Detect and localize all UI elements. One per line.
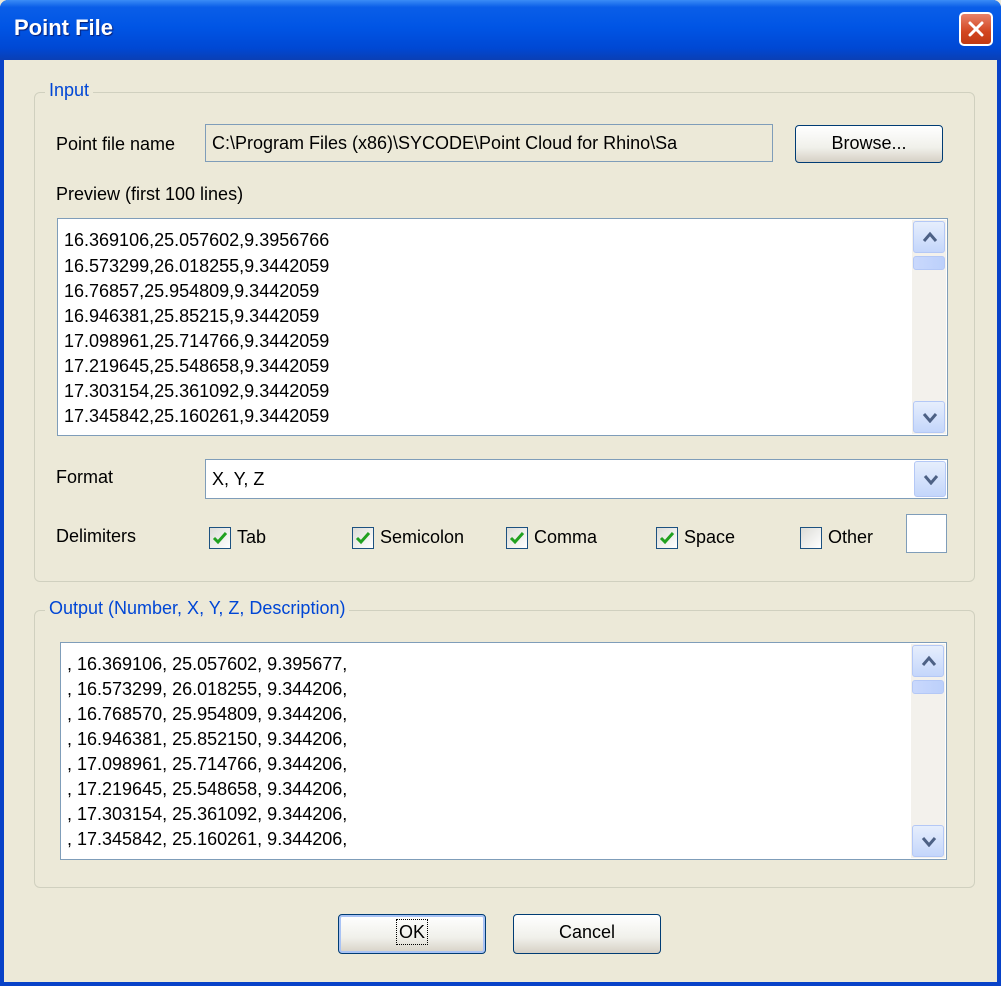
scroll-down-button[interactable] <box>912 825 944 857</box>
checkmark-icon <box>212 532 228 545</box>
format-label: Format <box>56 467 114 487</box>
chevron-down-icon <box>923 475 939 485</box>
checkmark-icon <box>509 532 525 545</box>
output-line: , 17.303154, 25.361092, 9.344206, <box>67 804 348 824</box>
chevron-down-icon <box>921 837 937 847</box>
preview-line: 16.369106,25.057602,9.3956766 <box>64 230 330 250</box>
preview-scrollbar[interactable] <box>912 220 946 434</box>
output-line: , 16.768570, 25.954809, 9.344206, <box>67 704 348 724</box>
output-line: , 16.946381, 25.852150, 9.344206, <box>67 729 348 749</box>
output-line: , 16.369106, 25.057602, 9.395677, <box>67 654 348 674</box>
output-list[interactable]: , 16.369106, 25.057602, 9.395677, , 16.5… <box>60 642 947 860</box>
title-bar[interactable]: Point File <box>0 0 1001 60</box>
other-delimiter-input[interactable] <box>906 514 947 553</box>
point-file-name-label: Point file name <box>56 134 176 154</box>
cancel-button[interactable]: Cancel <box>513 914 661 954</box>
close-button[interactable] <box>959 12 993 46</box>
preview-label: Preview (first 100 lines) <box>56 184 244 204</box>
checkmark-icon <box>355 532 371 545</box>
browse-button[interactable]: Browse... <box>795 125 943 163</box>
output-line: , 17.098961, 25.714766, 9.344206, <box>67 754 348 774</box>
output-group-legend: Output (Number, X, Y, Z, Description) <box>45 598 350 619</box>
tab-label: Tab <box>237 527 267 547</box>
preview-line: 16.76857,25.954809,9.3442059 <box>64 281 320 301</box>
preview-line: 16.946381,25.85215,9.3442059 <box>64 306 320 326</box>
format-select[interactable]: X, Y, Z <box>205 459 948 499</box>
checkmark-icon <box>659 532 675 545</box>
semicolon-label: Semicolon <box>380 527 465 547</box>
output-line: , 16.573299, 26.018255, 9.344206, <box>67 679 348 699</box>
point-file-name-value: C:\Program Files (x86)\SYCODE\Point Clou… <box>212 133 678 153</box>
other-label: Other <box>828 527 874 547</box>
preview-line: 17.345842,25.160261,9.3442059 <box>64 406 330 426</box>
close-icon <box>968 21 984 37</box>
delimiters-label: Delimiters <box>56 526 137 546</box>
format-value: X, Y, Z <box>212 469 265 489</box>
other-checkbox[interactable] <box>800 527 822 549</box>
preview-line: 17.219645,25.548658,9.3442059 <box>64 356 330 376</box>
chevron-down-icon <box>922 413 938 423</box>
tab-checkbox[interactable] <box>209 527 231 549</box>
chevron-up-icon <box>922 231 938 242</box>
preview-line: 16.573299,26.018255,9.3442059 <box>64 256 330 276</box>
preview-list[interactable]: 16.369106,25.057602,9.3956766 16.573299,… <box>57 218 948 436</box>
point-file-dialog: Point File Input Point file name C:\Prog… <box>0 0 1001 986</box>
format-dropdown-button[interactable] <box>914 461 946 497</box>
space-label: Space <box>684 527 736 547</box>
scroll-thumb[interactable] <box>912 680 944 694</box>
scroll-up-button[interactable] <box>913 221 945 253</box>
comma-label: Comma <box>534 527 598 547</box>
output-line: , 17.219645, 25.548658, 9.344206, <box>67 779 348 799</box>
output-scrollbar[interactable] <box>911 644 945 858</box>
chevron-up-icon <box>921 655 937 666</box>
preview-line: 17.098961,25.714766,9.3442059 <box>64 331 330 351</box>
output-line: , 17.345842, 25.160261, 9.344206, <box>67 829 348 849</box>
preview-line: 17.303154,25.361092,9.3442059 <box>64 381 330 401</box>
comma-checkbox[interactable] <box>506 527 528 549</box>
scroll-up-button[interactable] <box>912 645 944 677</box>
input-group-legend: Input <box>45 80 94 101</box>
space-checkbox[interactable] <box>656 527 678 549</box>
window-title: Point File <box>14 15 113 40</box>
scroll-down-button[interactable] <box>913 401 945 433</box>
point-file-name-field[interactable]: C:\Program Files (x86)\SYCODE\Point Clou… <box>205 124 773 162</box>
ok-button[interactable]: OK <box>338 914 486 954</box>
semicolon-checkbox[interactable] <box>352 527 374 549</box>
scroll-thumb[interactable] <box>913 256 945 270</box>
